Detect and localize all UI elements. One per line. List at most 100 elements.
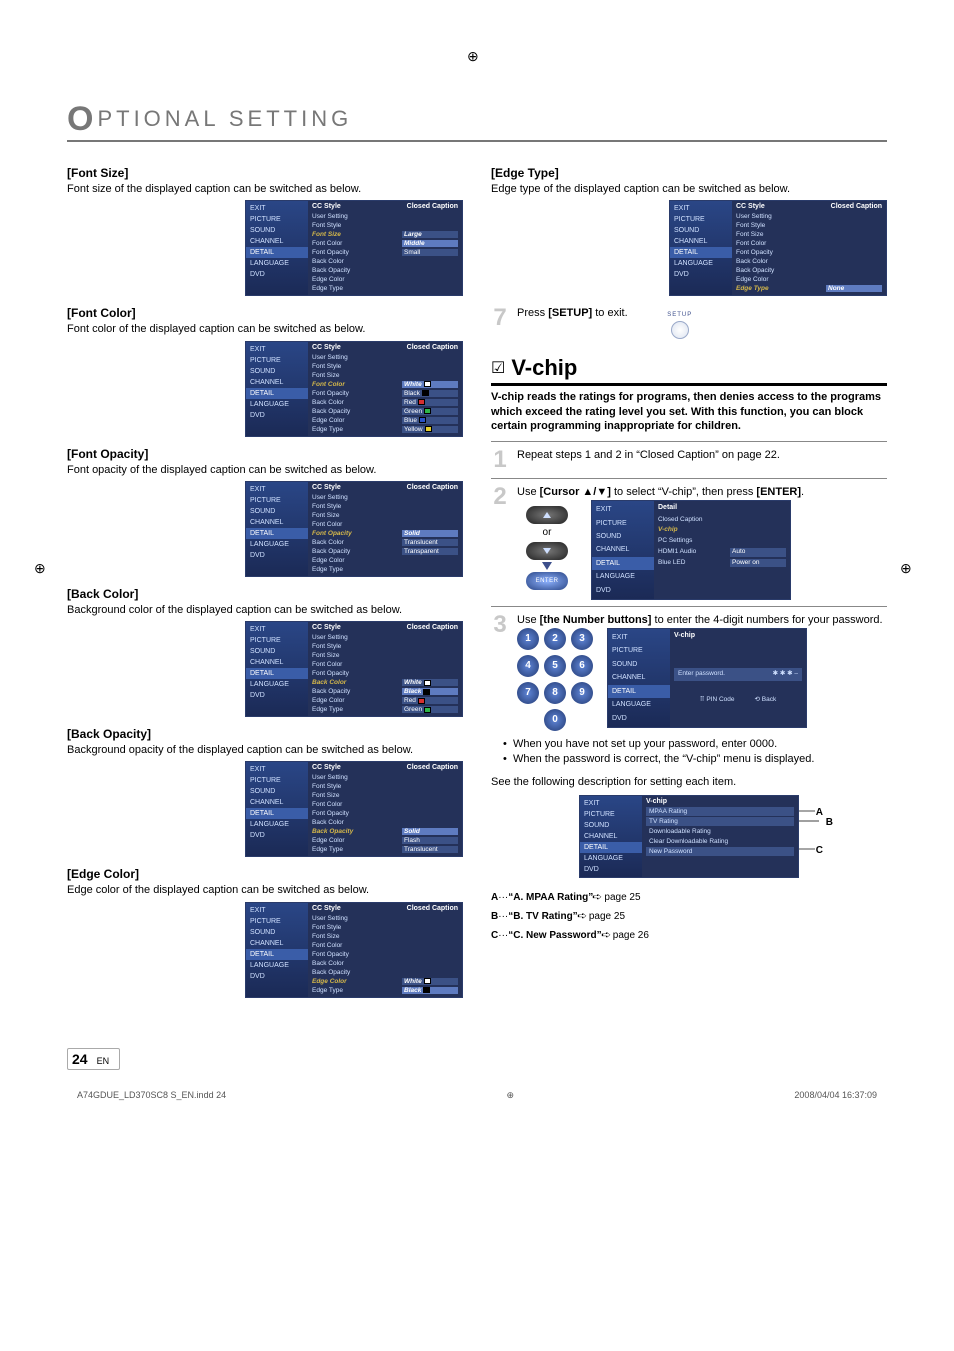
- osd-row: Font Color: [312, 800, 458, 809]
- osd-side-item: DETAIL: [246, 949, 308, 960]
- osd-row: Back OpacityBlack: [312, 687, 458, 696]
- osd-side-item: PICTURE: [580, 809, 642, 820]
- osd-row: Back Opacity: [736, 266, 882, 275]
- osd-side-item: PICTURE: [246, 916, 308, 927]
- osd-row: User Setting: [736, 212, 882, 221]
- osd-row: Font Size: [736, 230, 882, 239]
- osd-row: HDMI1 AudioAuto: [658, 547, 786, 558]
- edge-color-heading: [Edge Color]: [67, 867, 463, 881]
- osd-row: Back OpacityGreen: [312, 407, 458, 416]
- osd-side-item: DETAIL: [592, 557, 654, 570]
- osd-side-item: SOUND: [246, 927, 308, 938]
- number-pad: 1234567890: [517, 628, 593, 731]
- osd-row: Edge Color: [736, 275, 882, 284]
- setup-button-label: SETUP: [657, 311, 703, 319]
- osd-side-item: CHANNEL: [246, 517, 308, 528]
- font-size-heading: [Font Size]: [67, 166, 463, 180]
- osd-row: Font Color: [312, 520, 458, 529]
- page-lang: EN: [97, 1056, 110, 1066]
- osd-side-item: LANGUAGE: [608, 698, 670, 711]
- osd-row: Font Style: [736, 221, 882, 230]
- setup-button-graphic: SETUP: [657, 311, 703, 341]
- crop-mark-left: ⊕: [34, 560, 54, 580]
- osd-side-item: DETAIL: [580, 842, 642, 853]
- right-column: [Edge Type] Edge type of the displayed c…: [491, 160, 887, 1008]
- see-description: See the following description for settin…: [491, 775, 887, 789]
- font-color-heading: [Font Color]: [67, 306, 463, 320]
- osd-row: Font Opacity: [312, 809, 458, 818]
- osd-row: Blue LEDPower on: [658, 558, 786, 569]
- step-2-number: 2: [491, 485, 509, 509]
- osd-vchip-password: EXITPICTURESOUNDCHANNELDETAILLANGUAGEDVD…: [607, 628, 807, 728]
- osd-side-item: PICTURE: [246, 635, 308, 646]
- osd-row: Font Opacity: [736, 248, 882, 257]
- osd-side-item: DVD: [608, 712, 670, 725]
- osd-side-item: PICTURE: [246, 355, 308, 366]
- osd-row: Font Color: [312, 941, 458, 950]
- osd-row: Font Size: [312, 511, 458, 520]
- step-7-number: 7: [491, 306, 509, 330]
- osd-row: New Password: [646, 847, 794, 856]
- osd-side-item: SOUND: [580, 820, 642, 831]
- numpad-key-4: 4: [517, 655, 539, 677]
- numpad-key-8: 8: [544, 682, 566, 704]
- step-3-text-b: to enter the 4-digit numbers for your pa…: [651, 614, 882, 626]
- edge-type-desc: Edge type of the displayed caption can b…: [491, 182, 887, 196]
- osd-side-item: PICTURE: [246, 775, 308, 786]
- osd-side-item: DETAIL: [246, 668, 308, 679]
- osd-row: Back OpacityTransparent: [312, 547, 458, 556]
- osd-row: Font Style: [312, 362, 458, 371]
- osd-row: Edge ColorFlash: [312, 836, 458, 845]
- pointer-lines: [799, 809, 819, 859]
- footer-meta: A74GDUE_LD370SC8 S_EN.indd 24 ⊕ 2008/04/…: [67, 1090, 887, 1101]
- footer-file: A74GDUE_LD370SC8 S_EN.indd 24: [77, 1090, 226, 1101]
- osd-side-item: LANGUAGE: [592, 570, 654, 583]
- crop-mark-top: ⊕: [467, 48, 487, 68]
- crop-mark-right: ⊕: [900, 560, 920, 580]
- osd-row: Back Color: [312, 959, 458, 968]
- osd-side-item: SOUND: [246, 646, 308, 657]
- triangle-down-icon: [542, 562, 552, 570]
- osd-font-opacity: EXITPICTURESOUNDCHANNELDETAILLANGUAGEDVD…: [245, 481, 463, 577]
- font-opacity-desc: Font opacity of the displayed caption ca…: [67, 463, 463, 477]
- osd-side-item: EXIT: [246, 905, 308, 916]
- osd-row: Back Color: [312, 818, 458, 827]
- osd-side-item: SOUND: [608, 658, 670, 671]
- osd-row: Back ColorTranslucent: [312, 538, 458, 547]
- numpad-key-5: 5: [544, 655, 566, 677]
- osd-side-item: CHANNEL: [592, 543, 654, 556]
- osd-side-item: DETAIL: [670, 247, 732, 258]
- osd-side-item: PICTURE: [246, 214, 308, 225]
- osd-side-item: LANGUAGE: [246, 819, 308, 830]
- osd-row: Font SizeLarge: [312, 230, 458, 239]
- osd-side-item: EXIT: [246, 344, 308, 355]
- osd-row: Font OpacityBlack: [312, 389, 458, 398]
- osd-row: Font Color: [312, 660, 458, 669]
- vchip-heading: ☑ V-chip: [491, 355, 887, 386]
- osd-row: Back ColorRed: [312, 398, 458, 407]
- osd-row: Font Color: [736, 239, 882, 248]
- page-number-value: 24: [72, 1051, 88, 1067]
- osd-row: User Setting: [312, 493, 458, 502]
- osd-row: Back OpacitySolid: [312, 827, 458, 836]
- abc-legend: A···“A. MPAA Rating”➪ page 25B···“B. TV …: [491, 888, 887, 945]
- osd-side-item: EXIT: [670, 203, 732, 214]
- osd-row: Font Style: [312, 642, 458, 651]
- left-column: [Font Size] Font size of the displayed c…: [67, 160, 463, 1008]
- step-2-bold-2: [ENTER]: [756, 486, 801, 498]
- osd-row: Back Color: [736, 257, 882, 266]
- step-7-bold: [SETUP]: [548, 307, 592, 319]
- osd-back-opacity: EXITPICTURESOUNDCHANNELDETAILLANGUAGEDVD…: [245, 761, 463, 857]
- osd-side-item: DVD: [246, 690, 308, 701]
- osd-side-item: PICTURE: [608, 644, 670, 657]
- osd-side-item: CHANNEL: [580, 831, 642, 842]
- osd-side-item: EXIT: [246, 624, 308, 635]
- font-size-desc: Font size of the displayed caption can b…: [67, 182, 463, 196]
- osd-row: Font Opacity: [312, 950, 458, 959]
- osd-font-color: EXITPICTURESOUNDCHANNELDETAILLANGUAGEDVD…: [245, 341, 463, 437]
- numpad-key-2: 2: [544, 628, 566, 650]
- osd-side-item: EXIT: [580, 798, 642, 809]
- step-7-text-a: Press: [517, 307, 548, 319]
- osd-row: Font ColorWhite: [312, 380, 458, 389]
- osd-row: Back Opacity: [312, 266, 458, 275]
